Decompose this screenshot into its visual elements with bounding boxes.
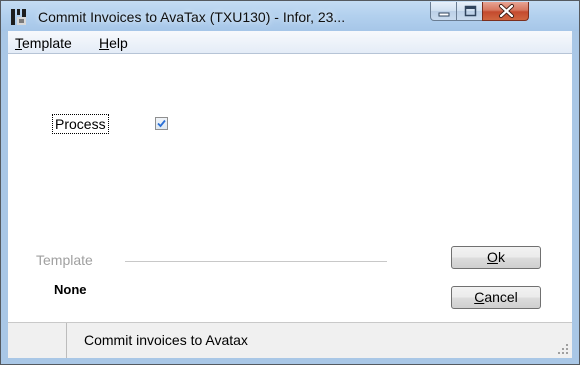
status-bar: Commit invoices to Avatax [8, 322, 572, 358]
cancel-button[interactable]: Cancel [451, 286, 541, 309]
resize-grip-icon[interactable] [557, 343, 569, 355]
minimize-icon [438, 12, 450, 17]
menu-bar: Template Help [8, 31, 572, 54]
status-text: Commit invoices to Avatax [84, 332, 248, 348]
title-bar[interactable]: Commit Invoices to AvaTax (TXU130) - Inf… [1, 1, 579, 31]
template-divider [125, 261, 387, 262]
app-window: Commit Invoices to AvaTax (TXU130) - Inf… [0, 0, 580, 365]
form-area: Process Template None Ok Cancel [8, 54, 572, 322]
cancel-button-accel: C [474, 289, 485, 305]
menu-template-accel: T [15, 35, 22, 51]
ok-button[interactable]: Ok [451, 246, 541, 269]
menu-template-label: emplate [22, 35, 72, 51]
ok-button-label: k [497, 249, 505, 265]
app-icon[interactable] [10, 8, 28, 26]
menu-help[interactable]: Help [99, 35, 128, 51]
process-checkbox[interactable] [155, 117, 168, 130]
menu-help-label: elp [109, 35, 128, 51]
menu-template[interactable]: Template [15, 35, 72, 51]
process-label[interactable]: Process [52, 114, 109, 134]
check-icon [157, 119, 166, 128]
close-icon [499, 4, 514, 18]
maximize-icon [464, 5, 477, 17]
template-value: None [54, 282, 87, 297]
template-group-label: Template [36, 252, 93, 268]
close-button[interactable] [482, 2, 529, 21]
ok-button-accel: O [487, 249, 498, 265]
minimize-button[interactable] [430, 2, 457, 21]
status-bar-cell [8, 323, 67, 358]
maximize-button[interactable] [456, 2, 483, 21]
window-title: Commit Invoices to AvaTax (TXU130) - Inf… [38, 9, 346, 25]
cancel-button-label: ancel [484, 289, 518, 305]
menu-help-accel: H [99, 35, 110, 51]
